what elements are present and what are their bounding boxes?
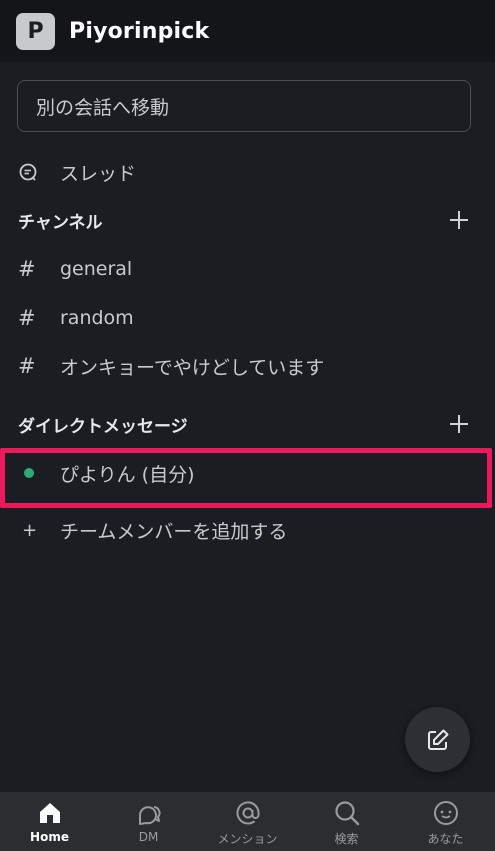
channel-label: general	[60, 258, 133, 280]
workspace-header[interactable]: P Piyorinpick	[0, 0, 495, 62]
dm-self-label: ぴよりん (自分)	[60, 463, 195, 486]
channel-hash-icon: #	[18, 306, 36, 330]
nav-dm-label: DM	[138, 830, 159, 844]
nav-search-label: 検索	[334, 832, 359, 846]
channel-item-general[interactable]: # general	[0, 245, 495, 293]
add-team-member-button[interactable]: + チームメンバーを追加する	[0, 506, 495, 554]
channel-label: random	[60, 307, 134, 329]
workspace-name[interactable]: Piyorinpick	[69, 19, 209, 44]
channel-item-random[interactable]: # random	[0, 294, 495, 342]
bottom-nav: Home DM メンション 検索 あなた	[0, 792, 495, 851]
dm-section-header[interactable]: ダイレクトメッセージ	[0, 404, 495, 444]
nav-mentions[interactable]: メンション	[198, 792, 297, 851]
dm-section-title: ダイレクトメッセージ	[18, 416, 188, 437]
channel-item-onkyo[interactable]: # オンキョーでやけどしています	[0, 342, 495, 390]
compose-button[interactable]	[405, 707, 470, 772]
home-icon	[39, 803, 60, 823]
threads-icon	[0, 162, 60, 182]
you-icon	[433, 801, 458, 825]
channel-hash-icon: #	[18, 354, 36, 378]
nav-you[interactable]: あなた	[396, 792, 495, 851]
search-icon	[334, 801, 359, 826]
jump-placeholder: 別の会話へ移動	[36, 96, 170, 119]
nav-home[interactable]: Home	[0, 792, 99, 851]
channels-title: チャンネル	[18, 212, 103, 233]
channel-hash-icon: #	[18, 257, 36, 281]
nav-you-label: あなた	[427, 832, 464, 846]
channels-section-header[interactable]: チャンネル	[0, 200, 495, 240]
nav-search[interactable]: 検索	[297, 792, 396, 851]
dm-item-self[interactable]: ぴよりん (自分)	[0, 448, 495, 498]
nav-dm[interactable]: DM	[99, 792, 198, 851]
plus-icon: +	[22, 519, 38, 541]
channel-label: オンキョーでやけどしています	[60, 356, 325, 379]
add-dm-plus-icon[interactable]	[449, 414, 469, 434]
workspace-avatar[interactable]: P	[16, 12, 55, 50]
app-root: P Piyorinpick 別の会話へ移動 スレッド チャンネル # gener…	[0, 0, 495, 851]
nav-home-label: Home	[30, 830, 69, 844]
mention-icon	[236, 801, 260, 825]
add-team-member-label: チームメンバーを追加する	[60, 520, 288, 543]
add-channel-plus-icon[interactable]	[449, 210, 469, 230]
threads-label: スレッド	[60, 162, 137, 185]
threads-item[interactable]: スレッド	[0, 148, 495, 196]
jump-to-conversation-input[interactable]: 別の会話へ移動	[17, 80, 471, 132]
compose-icon	[427, 729, 448, 750]
online-status-icon	[0, 468, 60, 478]
dm-icon	[138, 806, 161, 825]
nav-mentions-label: メンション	[217, 832, 278, 846]
